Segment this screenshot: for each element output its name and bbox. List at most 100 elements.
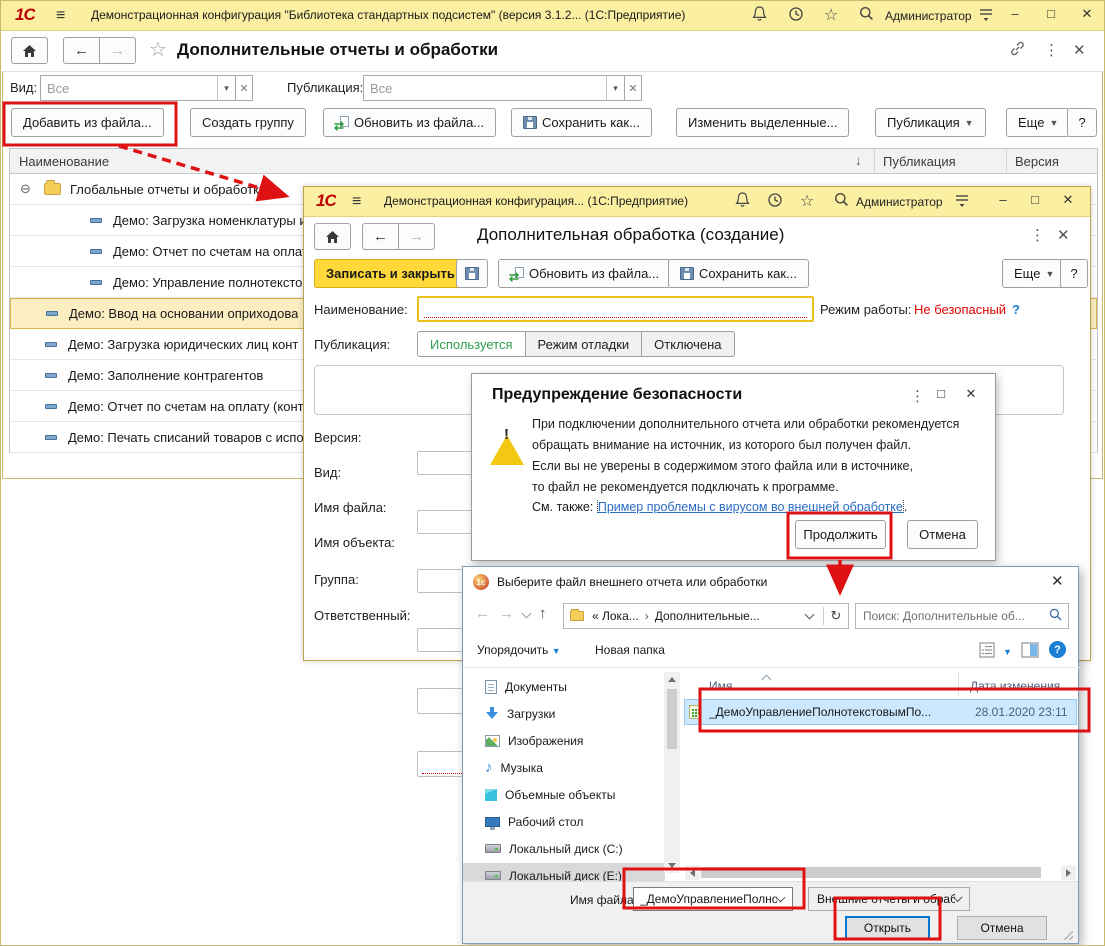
- minimize-button[interactable]: –: [992, 192, 1014, 207]
- page-close-icon[interactable]: ✕: [1057, 226, 1070, 244]
- current-user[interactable]: Администратор: [885, 9, 972, 23]
- pub-filter-combo[interactable]: Все ▾: [363, 75, 625, 101]
- more-button[interactable]: Еще▼: [1006, 108, 1070, 137]
- resize-grip[interactable]: [1063, 930, 1073, 940]
- publication-menu-button[interactable]: Публикация▼: [875, 108, 986, 137]
- pub-option-disabled[interactable]: Отключена: [642, 331, 734, 357]
- sidebar-item-downloads[interactable]: Загрузки: [463, 701, 665, 726]
- save-as-button[interactable]: Сохранить как...: [668, 259, 809, 288]
- list-scroll-left[interactable]: [685, 865, 700, 880]
- filetype-combo[interactable]: Внешние отчеты и обработки: [808, 887, 970, 911]
- file-column-name[interactable]: Имя: [709, 679, 732, 693]
- filename-combo[interactable]: _ДемоУправлениеПолнотекст: [633, 887, 793, 911]
- save-and-close-button[interactable]: Записать и закрыть: [314, 259, 467, 288]
- preview-pane-icon[interactable]: [1021, 642, 1039, 661]
- sidebar-item-desktop[interactable]: Рабочий стол: [463, 809, 665, 834]
- pub-clear-icon[interactable]: ✕: [625, 75, 642, 101]
- search-icon[interactable]: [1049, 608, 1062, 624]
- virus-example-link[interactable]: Пример проблемы с вирусом во внешней обр…: [597, 500, 904, 514]
- dialog-maximize-button[interactable]: □: [930, 386, 952, 401]
- nav-up-icon[interactable]: ↑: [539, 605, 547, 622]
- close-button[interactable]: ✕: [1076, 6, 1098, 22]
- vid-filter-combo[interactable]: Все ▾: [40, 75, 236, 101]
- search-icon[interactable]: [856, 6, 876, 24]
- page-menu-kebab-icon[interactable]: ⋮: [1044, 41, 1059, 59]
- vid-clear-icon[interactable]: ✕: [236, 75, 253, 101]
- pub-option-debug[interactable]: Режим отладки: [526, 331, 643, 357]
- edit-selected-button[interactable]: Изменить выделенные...: [676, 108, 849, 137]
- help-icon[interactable]: ?: [1049, 641, 1066, 658]
- close-button[interactable]: ✕: [1057, 192, 1079, 208]
- list-scroll-right[interactable]: [1061, 865, 1076, 880]
- link-icon[interactable]: [1009, 40, 1026, 60]
- page-menu-kebab-icon[interactable]: ⋮: [1030, 226, 1045, 244]
- column-version[interactable]: Версия: [1006, 149, 1098, 173]
- nav-back-icon[interactable]: ←: [475, 605, 490, 622]
- collapse-icon[interactable]: ⊖: [20, 181, 36, 197]
- vid-dropdown-icon[interactable]: ▾: [217, 76, 235, 100]
- back-button[interactable]: ←: [63, 37, 100, 64]
- more-button[interactable]: Еще▼: [1002, 259, 1066, 288]
- nav-recent-chevron-icon[interactable]: [522, 609, 532, 619]
- address-bar[interactable]: « Лока... › Дополнительные... ↻: [563, 603, 849, 629]
- favorites-star-icon[interactable]: ☆: [797, 191, 817, 211]
- list-scrollbar[interactable]: [701, 867, 1041, 878]
- view-mode-icon[interactable]: [979, 641, 999, 662]
- address-prefix[interactable]: « Лока...: [592, 609, 639, 623]
- back-button[interactable]: ←: [362, 223, 399, 250]
- new-folder-button[interactable]: Новая папка: [595, 643, 665, 657]
- dialog-close-icon[interactable]: ✕: [1051, 572, 1064, 590]
- cancel-button[interactable]: Отмена: [907, 520, 978, 549]
- help-button[interactable]: ?: [1060, 259, 1088, 288]
- save-button[interactable]: [456, 259, 488, 288]
- current-user[interactable]: Администратор: [856, 195, 943, 209]
- sidebar-item-documents[interactable]: Документы: [463, 674, 665, 699]
- address-dropdown-chevron-icon[interactable]: [805, 610, 815, 620]
- maximize-button[interactable]: □: [1024, 192, 1046, 207]
- help-button[interactable]: ?: [1067, 108, 1097, 137]
- favorites-star-icon[interactable]: ☆: [821, 5, 841, 25]
- history-icon[interactable]: [786, 6, 806, 25]
- page-close-icon[interactable]: ✕: [1073, 41, 1086, 59]
- settings-lines-icon[interactable]: [952, 193, 972, 211]
- home-button[interactable]: [314, 223, 351, 250]
- refresh-icon[interactable]: ↻: [824, 608, 848, 624]
- open-button[interactable]: Открыть: [845, 916, 930, 940]
- file-row-selected[interactable]: _ДемоУправлениеПолнотекстовымПо... 28.01…: [684, 699, 1077, 725]
- sidebar-item-disk-c[interactable]: Локальный диск (C:): [463, 836, 665, 861]
- page-favorite-star-icon[interactable]: ☆: [149, 37, 167, 62]
- maximize-button[interactable]: □: [1040, 6, 1062, 21]
- file-column-date[interactable]: Дата изменения: [970, 679, 1060, 693]
- continue-button[interactable]: Продолжить: [795, 520, 886, 549]
- column-publication[interactable]: Публикация: [874, 149, 1004, 173]
- home-button[interactable]: [11, 37, 48, 64]
- sidebar-scroll-down[interactable]: [664, 858, 680, 873]
- create-group-button[interactable]: Создать группу: [190, 108, 306, 137]
- search-icon[interactable]: [831, 192, 851, 210]
- notifications-bell-icon[interactable]: [732, 192, 752, 211]
- nav-forward-icon[interactable]: →: [499, 605, 514, 622]
- search-box[interactable]: Поиск: Дополнительные об...: [855, 603, 1069, 629]
- add-from-file-button[interactable]: Добавить из файла...: [11, 108, 164, 137]
- work-mode-help-icon[interactable]: ?: [1012, 302, 1020, 317]
- main-menu-icon[interactable]: ≡: [352, 193, 361, 211]
- minimize-button[interactable]: –: [1004, 6, 1026, 21]
- address-current-folder[interactable]: Дополнительные...: [655, 609, 806, 623]
- update-from-file-button[interactable]: ⇄ Обновить из файла...: [498, 259, 671, 288]
- dialog-cancel-button[interactable]: Отмена: [957, 916, 1047, 940]
- sidebar-item-pictures[interactable]: Изображения: [463, 728, 665, 753]
- sidebar-item-3d-objects[interactable]: Объемные объекты: [463, 782, 665, 807]
- history-icon[interactable]: [765, 192, 785, 211]
- save-as-button[interactable]: Сохранить как...: [511, 108, 652, 137]
- pub-option-used[interactable]: Используется: [417, 331, 526, 357]
- forward-button[interactable]: →: [99, 37, 136, 64]
- forward-button[interactable]: →: [398, 223, 435, 250]
- pub-dropdown-icon[interactable]: ▾: [606, 76, 624, 100]
- dialog-close-button[interactable]: ✕: [960, 386, 982, 402]
- table-header[interactable]: Наименование ↓ Публикация Версия: [10, 149, 1097, 174]
- notifications-bell-icon[interactable]: [749, 6, 769, 25]
- view-mode-chevron-icon[interactable]: ▼: [1003, 647, 1012, 657]
- name-input[interactable]: [417, 296, 814, 322]
- filename-dropdown-chevron-icon[interactable]: [776, 893, 786, 903]
- column-name[interactable]: Наименование: [10, 149, 850, 173]
